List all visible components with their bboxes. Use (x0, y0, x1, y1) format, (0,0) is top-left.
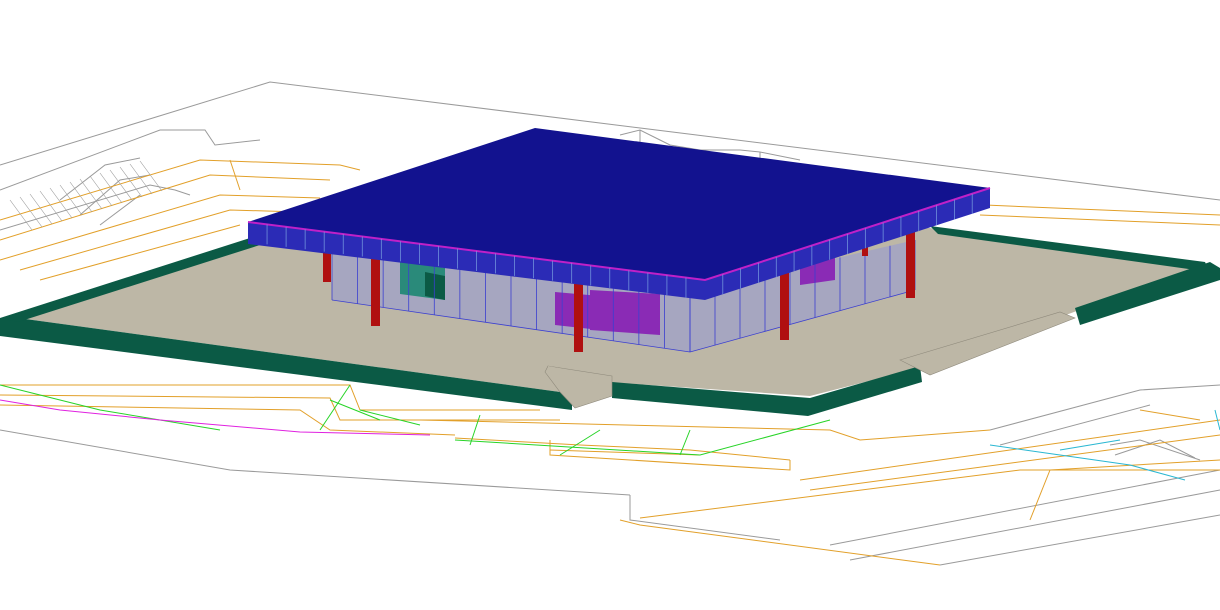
interior-block-purple-2 (590, 290, 660, 335)
model-viewport[interactable] (0, 0, 1220, 610)
interior-block-dark (425, 272, 445, 300)
column-right (906, 228, 915, 298)
column-front-middle (574, 284, 583, 352)
column-front-left (371, 258, 380, 326)
architectural-3d-model (0, 81, 1220, 566)
magenta-site-lines (0, 399, 431, 436)
column-front-right (780, 272, 789, 340)
